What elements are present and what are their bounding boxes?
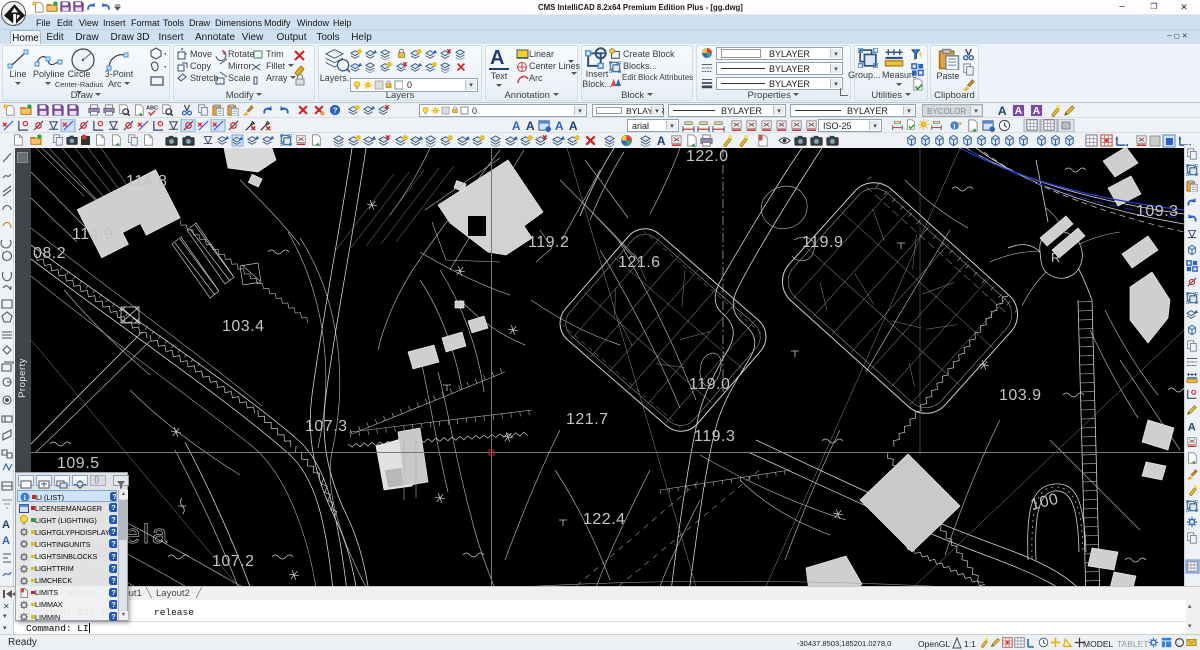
- svg-text:121.6: 121.6: [618, 254, 661, 271]
- svg-text:114.8: 114.8: [126, 173, 167, 190]
- svg-text:ela: ela: [125, 519, 170, 549]
- svg-text:119.9: 119.9: [802, 234, 843, 251]
- svg-text:103.9: 103.9: [999, 387, 1042, 404]
- svg-text:107.3: 107.3: [305, 418, 348, 435]
- svg-text:109.3: 109.3: [1136, 203, 1179, 220]
- svg-text:A: A: [2, 535, 10, 547]
- svg-text:119.3: 119.3: [694, 428, 735, 445]
- svg-text:122.4: 122.4: [583, 511, 626, 528]
- svg-text:114.9: 114.9: [72, 226, 113, 243]
- svg-text:109.5: 109.5: [57, 455, 100, 472]
- svg-text:119.0: 119.0: [689, 376, 730, 393]
- svg-text:08.2: 08.2: [33, 245, 66, 262]
- svg-text:121.7: 121.7: [566, 411, 609, 428]
- svg-text:103.4: 103.4: [222, 318, 265, 335]
- svg-text:i: i: [24, 494, 26, 502]
- svg-text:122.0: 122.0: [686, 148, 729, 165]
- svg-text:A: A: [2, 519, 10, 531]
- svg-text:R: R: [1051, 250, 1061, 265]
- svg-text:107.2: 107.2: [212, 553, 255, 570]
- svg-text:119.2: 119.2: [528, 234, 569, 251]
